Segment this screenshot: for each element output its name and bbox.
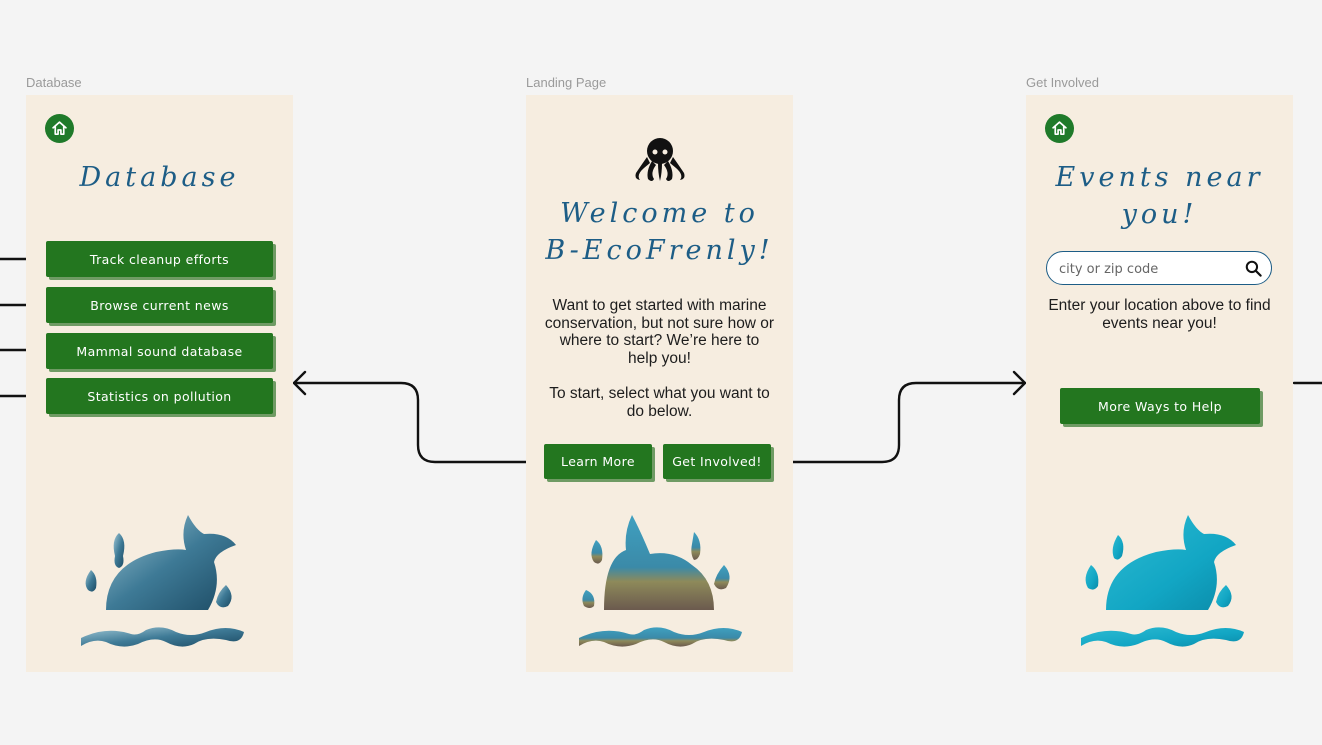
location-search[interactable]: [1046, 251, 1272, 285]
whale-icon: [1081, 515, 1244, 647]
get-involved-frame: Events near you! Enter your location abo…: [1026, 95, 1293, 672]
octopus-icon: [635, 138, 685, 181]
events-title-line2: you!: [1121, 199, 1198, 230]
page-title: Database: [79, 162, 240, 193]
welcome-title-line2: B-EcoFrenly!: [545, 235, 774, 266]
browse-news-button[interactable]: Browse current news: [46, 287, 273, 323]
database-frame: Database Track cleanup efforts Browse cu…: [26, 95, 293, 672]
frame-label-database: Database: [26, 75, 82, 90]
learn-more-button[interactable]: Learn More: [544, 444, 652, 479]
intro-text: Want to get started with marine conserva…: [544, 297, 775, 367]
location-search-input[interactable]: [1057, 258, 1241, 280]
frame-label-landing: Landing Page: [526, 75, 607, 90]
get-involved-button[interactable]: Get Involved!: [663, 444, 771, 479]
home-button[interactable]: [45, 114, 74, 143]
whale-icon: [579, 515, 742, 647]
location-hint: Enter your location above to find events…: [1048, 297, 1271, 332]
instruction-text: To start, select what you want to do bel…: [549, 385, 770, 420]
frame-label-get-involved: Get Involved: [1026, 75, 1099, 90]
more-ways-button[interactable]: More Ways to Help: [1060, 388, 1260, 424]
track-cleanup-button[interactable]: Track cleanup efforts: [46, 241, 273, 277]
mammal-sound-button[interactable]: Mammal sound database: [46, 333, 273, 369]
search-icon[interactable]: [1244, 259, 1263, 278]
home-icon: [52, 121, 67, 136]
welcome-title-line1: Welcome to: [560, 198, 759, 229]
whale-icon: [81, 515, 244, 647]
home-button[interactable]: [1045, 114, 1074, 143]
pollution-stats-button[interactable]: Statistics on pollution: [46, 378, 273, 414]
home-icon: [1052, 121, 1067, 136]
landing-frame: Welcome to B-EcoFrenly! Want to get star…: [526, 95, 793, 672]
events-title-line1: Events near: [1055, 162, 1264, 193]
